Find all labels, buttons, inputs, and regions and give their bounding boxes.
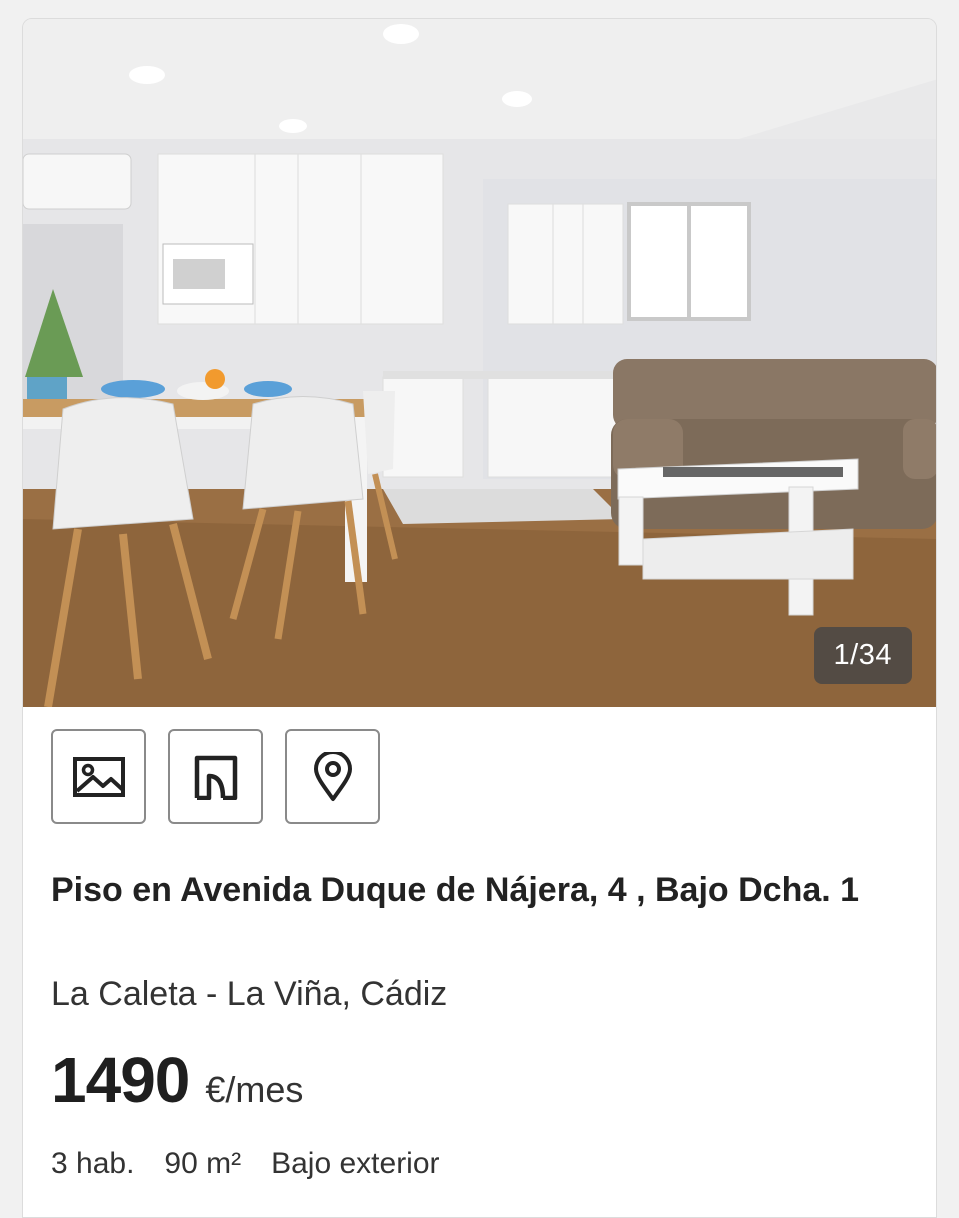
floor-feature: Bajo exterior xyxy=(271,1147,440,1180)
price-unit: €/mes xyxy=(205,1069,304,1110)
area-feature: 90 m² xyxy=(164,1147,242,1180)
listing-card[interactable]: 1/34 Piso en Avenida Duque de Nájera, 4 … xyxy=(22,18,937,1218)
listing-location: La Caleta - La Viña, Cádiz xyxy=(51,975,448,1013)
price-value: 1490 xyxy=(51,1044,190,1116)
listing-photo[interactable]: 1/34 xyxy=(23,19,936,707)
photo-counter: 1/34 xyxy=(813,627,912,684)
listing-features: 3 hab. 90 m² Bajo exterior xyxy=(51,1147,440,1181)
image-icon xyxy=(72,756,125,797)
photos-button[interactable] xyxy=(51,729,146,824)
price-row: 1490 €/mes xyxy=(51,1043,303,1117)
floorplan-button[interactable] xyxy=(168,729,263,824)
map-button[interactable] xyxy=(285,729,380,824)
listing-title[interactable]: Piso en Avenida Duque de Nájera, 4 , Baj… xyxy=(51,867,881,914)
action-buttons xyxy=(51,729,380,824)
rooms-feature: 3 hab. xyxy=(51,1147,135,1180)
floorplan-icon xyxy=(194,755,237,800)
map-pin-icon xyxy=(313,751,352,801)
